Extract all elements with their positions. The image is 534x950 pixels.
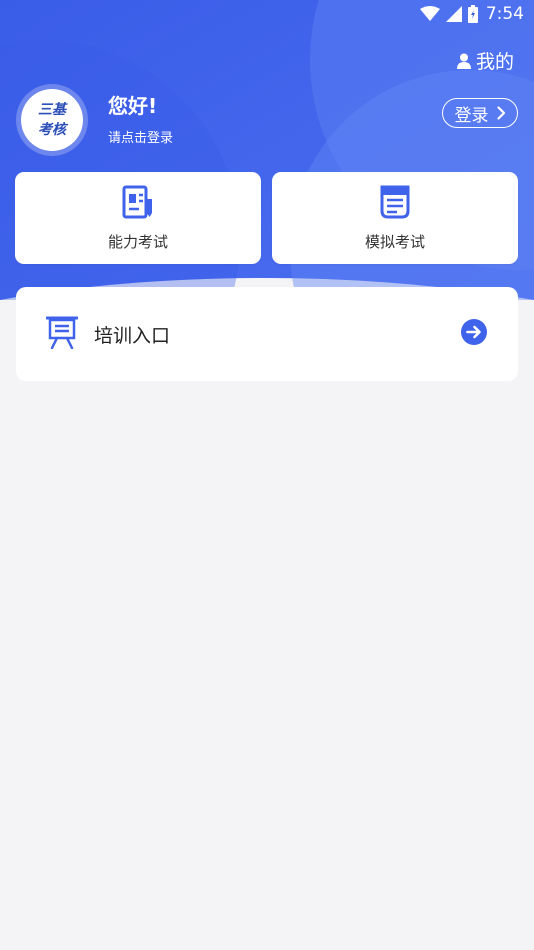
status-bar: 7:54 — [0, 0, 534, 28]
arrow-right-circle-icon[interactable] — [460, 318, 488, 350]
avatar-text-line2: 考核 — [38, 122, 66, 138]
wifi-icon — [419, 6, 440, 22]
login-prompt[interactable]: 请点击登录 — [108, 127, 173, 146]
status-time: 7:54 — [485, 4, 524, 24]
greeting-block: 您好! 请点击登录 — [108, 90, 173, 146]
exam-paper-icon — [122, 185, 154, 223]
signal-icon — [445, 6, 462, 22]
presentation-board-icon — [45, 315, 79, 353]
training-entry-label: 培训入口 — [94, 324, 171, 347]
greeting-title: 您好! — [108, 94, 158, 118]
chevron-right-icon — [496, 106, 506, 120]
training-entry[interactable]: 培训入口 — [16, 287, 518, 381]
avatar[interactable]: 三基 考核 — [16, 84, 88, 156]
login-button[interactable]: 登录 — [442, 98, 518, 128]
user-icon — [456, 53, 471, 69]
ability-exam-label: 能力考试 — [107, 232, 168, 251]
avatar-text-line1: 三基 — [38, 102, 66, 118]
login-button-label: 登录 — [454, 105, 489, 126]
battery-icon — [467, 5, 478, 23]
mine-label: 我的 — [475, 51, 514, 73]
ability-exam-card[interactable]: 能力考试 — [15, 172, 261, 264]
mock-exam-card[interactable]: 模拟考试 — [272, 172, 518, 264]
document-icon — [379, 185, 411, 223]
mine-link[interactable]: 我的 — [456, 47, 514, 74]
avatar-logo: 三基 考核 — [21, 89, 83, 151]
mock-exam-label: 模拟考试 — [364, 232, 425, 251]
